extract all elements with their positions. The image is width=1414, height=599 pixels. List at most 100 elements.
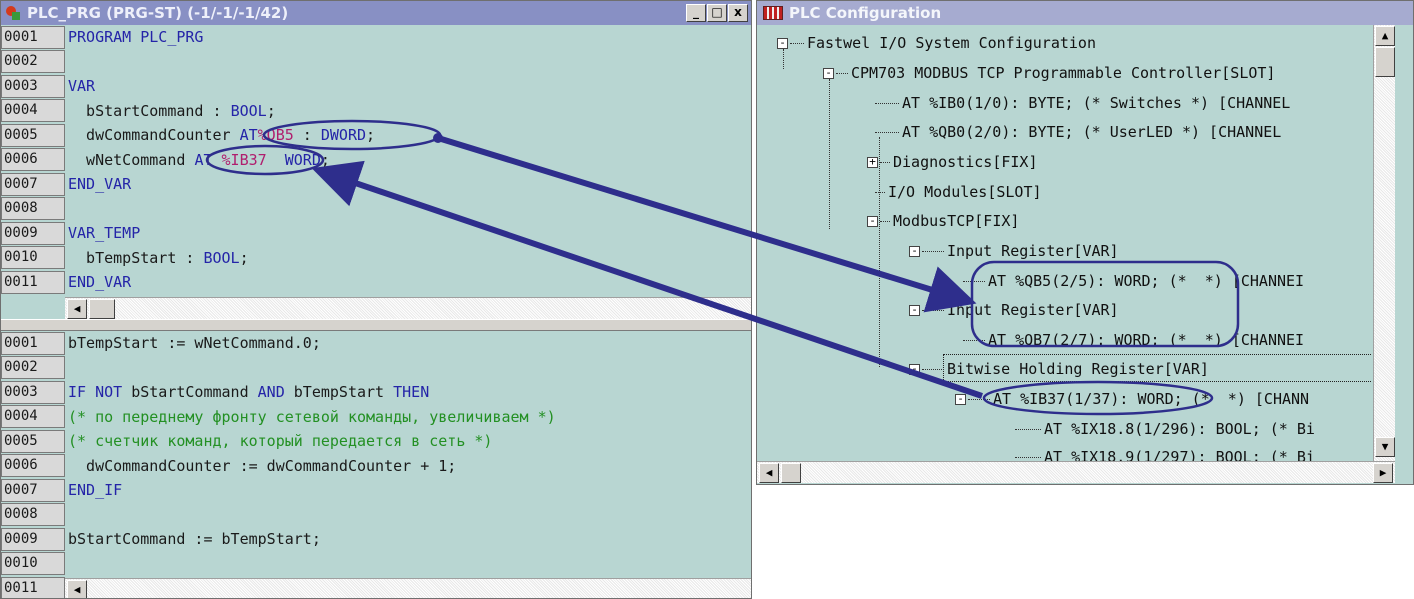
editor-title: PLC_PRG (PRG-ST) (-1/-1/-1/42) <box>27 4 289 22</box>
pou-editor-window[interactable]: PLC_PRG (PRG-ST) (-1/-1/-1/42) _ □ x 000… <box>0 0 752 599</box>
code-text[interactable]: END_VAR <box>65 175 131 193</box>
scroll-down-button[interactable]: ▼ <box>1375 437 1395 457</box>
tree-node-label[interactable]: I/O Modules[SLOT] <box>888 183 1042 201</box>
tree-node-label[interactable]: Fastwel I/O System Configuration <box>807 34 1096 52</box>
line-number: 0007 <box>1 478 65 502</box>
plc-configuration-icon <box>763 6 783 20</box>
close-button[interactable]: x <box>728 4 748 22</box>
scroll-right-button[interactable]: ▶ <box>1373 463 1393 483</box>
code-text[interactable]: bStartCommand : BOOL; <box>65 102 276 120</box>
tree-node[interactable]: I/O Modules[SLOT] <box>875 180 1042 204</box>
tree-node-label[interactable]: AT %QB0(2/0): BYTE; (* UserLED *) [CHANN… <box>902 123 1281 141</box>
tree-node[interactable]: AT %IB0(1/0): BYTE; (* Switches *) [CHAN… <box>875 91 1290 115</box>
tree-node[interactable]: - Input Register[VAR] <box>909 239 1119 263</box>
code-text[interactable]: END_VAR <box>65 273 131 291</box>
tree-node-label[interactable]: AT %QB5(2/5): WORD; (* *) [CHANNEI <box>988 272 1304 290</box>
editor-titlebar[interactable]: PLC_PRG (PRG-ST) (-1/-1/-1/42) _ □ x <box>1 1 751 25</box>
code-line: 0006 wNetCommand AT %IB37 WORD; <box>1 148 751 173</box>
line-number: 0006 <box>1 148 65 172</box>
body-pane[interactable]: 0001 bTempStart := wNetCommand.0; 0002 00… <box>1 331 751 598</box>
code-text[interactable]: PROGRAM PLC_PRG <box>65 28 203 46</box>
code-text[interactable]: bStartCommand := bTempStart; <box>65 530 321 548</box>
tree-node[interactable]: - AT %IB37(1/37): WORD; (* *) [CHANN <box>955 387 1309 411</box>
tree-node[interactable]: - Fastwel I/O System Configuration <box>777 31 1096 55</box>
line-number: 0006 <box>1 454 65 478</box>
tree-node[interactable]: + Diagnostics[FIX] <box>867 150 1038 174</box>
tree-node[interactable]: AT %IX18.9(1/297): BOOL; (* Bi <box>1015 445 1315 461</box>
pane-splitter[interactable] <box>1 319 751 331</box>
line-number: 0001 <box>1 25 65 49</box>
tree-node-label[interactable]: Bitwise Holding Register[VAR] <box>947 360 1209 378</box>
line-number: 0010 <box>1 246 65 270</box>
code-line: 0008 <box>1 197 751 222</box>
tree-node-label[interactable]: ModbusTCP[FIX] <box>893 212 1019 230</box>
collapse-icon[interactable]: - <box>909 304 920 316</box>
code-text[interactable]: (* счетчик команд, который передается в … <box>65 432 492 450</box>
tree-node-label[interactable]: AT %IX18.8(1/296): BOOL; (* Bi <box>1044 420 1315 438</box>
tree-node[interactable]: - Input Register[VAR] <box>909 298 1119 322</box>
collapse-icon[interactable]: - <box>823 67 834 79</box>
tree-node-label[interactable]: AT %QB7(2/7): WORD; (* *) [CHANNEI <box>988 331 1304 349</box>
tree-node[interactable]: AT %QB7(2/7): WORD; (* *) [CHANNEI <box>963 328 1304 352</box>
code-text[interactable]: dwCommandCounter AT%QB5 : DWORD; <box>65 126 375 144</box>
collapse-icon[interactable]: - <box>909 245 920 257</box>
collapse-icon[interactable]: - <box>955 393 966 405</box>
maximize-button[interactable]: □ <box>707 4 727 22</box>
minimize-button[interactable]: _ <box>686 4 706 22</box>
scroll-thumb[interactable] <box>781 463 801 483</box>
tree-node[interactable]: - ModbusTCP[FIX] <box>867 209 1019 233</box>
code-text[interactable]: VAR <box>65 77 95 95</box>
code-text[interactable]: bTempStart : BOOL; <box>65 249 249 267</box>
tree-node-label[interactable]: AT %IX18.9(1/297): BOOL; (* Bi <box>1044 448 1315 461</box>
line-number: 0011 <box>1 270 65 294</box>
tree-horizontal-scrollbar[interactable]: ◀ ▶ <box>757 461 1395 483</box>
scroll-left-button[interactable]: ◀ <box>67 580 87 598</box>
line-number: 0004 <box>1 405 65 429</box>
code-text[interactable]: IF NOT bStartCommand AND bTempStart THEN <box>65 383 429 401</box>
code-text[interactable]: dwCommandCounter := dwCommandCounter + 1… <box>65 457 456 475</box>
plc-configuration-window[interactable]: PLC Configuration - Fastwel I/O System Co… <box>756 0 1414 485</box>
tree-vertical-scrollbar[interactable]: ▲ ▼ <box>1373 25 1395 461</box>
code-line: 0007 END_VAR <box>1 172 751 197</box>
tree-node-selected[interactable]: - Bitwise Holding Register[VAR] <box>909 357 1209 381</box>
tree-node-label[interactable]: AT %IB37(1/37): WORD; (* *) [CHANN <box>993 390 1309 408</box>
expand-icon[interactable]: + <box>867 156 878 168</box>
scroll-left-button[interactable]: ◀ <box>67 299 87 319</box>
collapse-icon[interactable]: - <box>867 215 878 227</box>
configuration-titlebar[interactable]: PLC Configuration <box>757 1 1413 25</box>
tree-node-label[interactable]: AT %IB0(1/0): BYTE; (* Switches *) [CHAN… <box>902 94 1290 112</box>
tree-node-label[interactable]: Input Register[VAR] <box>947 242 1119 260</box>
tree-node[interactable]: AT %QB5(2/5): WORD; (* *) [CHANNEI <box>963 269 1304 293</box>
scroll-left-button[interactable]: ◀ <box>759 463 779 483</box>
line-number: 0001 <box>1 331 65 355</box>
code-line: 0005 (* счетчик команд, который передаетс… <box>1 429 751 454</box>
collapse-icon[interactable]: - <box>909 363 920 375</box>
body-horizontal-scrollbar[interactable]: ◀ <box>65 578 751 598</box>
tree-node-label[interactable]: CPM703 MODBUS TCP Programmable Controlle… <box>851 64 1275 82</box>
declaration-horizontal-scrollbar[interactable]: ◀ <box>65 297 751 319</box>
line-number: 0003 <box>1 380 65 404</box>
configuration-tree[interactable]: - Fastwel I/O System Configuration - CPM70… <box>757 25 1371 461</box>
code-line: 0003 VAR <box>1 74 751 99</box>
code-text[interactable]: END_IF <box>65 481 122 499</box>
scroll-thumb[interactable] <box>89 299 115 319</box>
tree-node-label[interactable]: Input Register[VAR] <box>947 301 1119 319</box>
tree-node[interactable]: AT %IX18.8(1/296): BOOL; (* Bi <box>1015 417 1315 441</box>
tree-node[interactable]: - CPM703 MODBUS TCP Programmable Controll… <box>823 61 1275 85</box>
code-text[interactable]: bTempStart := wNetCommand.0; <box>65 334 321 352</box>
code-line: 0002 <box>1 356 751 381</box>
code-text[interactable]: wNetCommand AT %IB37 WORD; <box>65 151 330 169</box>
tree-connector <box>829 79 830 229</box>
configuration-title: PLC Configuration <box>789 4 942 22</box>
scroll-thumb[interactable] <box>1375 47 1395 77</box>
declaration-pane[interactable]: 0001 PROGRAM PLC_PRG 0002 0003 VAR 0004 bS… <box>1 25 751 295</box>
code-text[interactable]: (* по переднему фронту сетевой команды, … <box>65 408 556 426</box>
collapse-icon[interactable]: - <box>777 37 788 49</box>
code-line: 0003 IF NOT bStartCommand AND bTempStart … <box>1 380 751 405</box>
code-line: 0004 bStartCommand : BOOL; <box>1 99 751 124</box>
scroll-up-button[interactable]: ▲ <box>1375 26 1395 46</box>
tree-node-label[interactable]: Diagnostics[FIX] <box>893 153 1038 171</box>
code-line: 0005 dwCommandCounter AT%QB5 : DWORD; <box>1 123 751 148</box>
tree-node[interactable]: AT %QB0(2/0): BYTE; (* UserLED *) [CHANN… <box>875 120 1281 144</box>
code-text[interactable]: VAR_TEMP <box>65 224 140 242</box>
